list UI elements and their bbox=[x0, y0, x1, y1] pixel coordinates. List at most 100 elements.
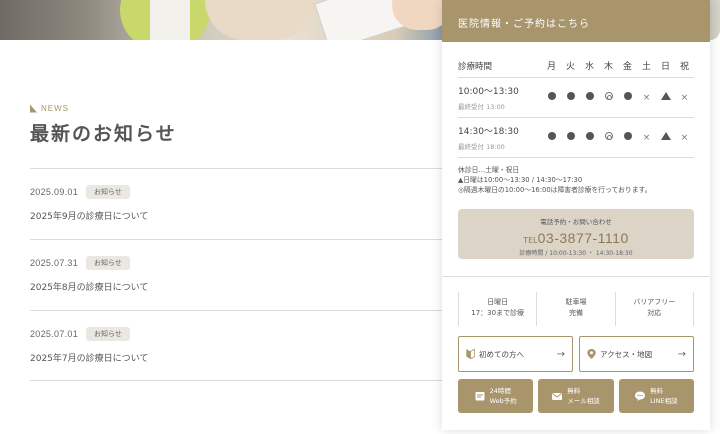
schedule-cell bbox=[656, 92, 675, 103]
open-mark-icon bbox=[566, 132, 575, 140]
day-holiday: 祝 bbox=[679, 62, 689, 72]
web-reservation-button[interactable]: 24時間 Web予約 bbox=[458, 379, 534, 413]
news-category-badge: お知らせ bbox=[86, 327, 130, 341]
schedule-cell bbox=[542, 132, 561, 143]
schedule-cell bbox=[618, 92, 637, 103]
note-closed-days: 休診日…土曜・祝日 bbox=[458, 166, 520, 174]
closed-mark-icon: × bbox=[680, 92, 689, 103]
access-map-label: アクセス・地図 bbox=[600, 349, 653, 359]
partial-mark-icon bbox=[660, 92, 671, 100]
news-link[interactable]: 2025年8月の診療日について bbox=[30, 280, 148, 293]
feature-title: 日曜日 bbox=[487, 298, 509, 306]
first-visit-label: 初めての方へ bbox=[479, 349, 524, 359]
day-thu: 木 bbox=[603, 62, 613, 72]
action-line2: LINE相談 bbox=[650, 397, 678, 405]
open-mark-icon bbox=[547, 132, 556, 140]
open-mark-icon bbox=[585, 92, 594, 100]
day-fri: 金 bbox=[622, 62, 632, 72]
news-item[interactable]: 2025.07.31 お知らせ 2025年8月の診療日について bbox=[30, 239, 450, 310]
open-mark-icon bbox=[547, 92, 556, 100]
news-category-badge: お知らせ bbox=[86, 185, 130, 199]
tel-prefix: TEL bbox=[523, 236, 538, 245]
day-sat: 土 bbox=[641, 62, 651, 72]
day-sun: 日 bbox=[660, 62, 670, 72]
news-list: 2025.09.01 お知らせ 2025年9月の診療日について 2025.07.… bbox=[30, 168, 450, 381]
closed-mark-icon: × bbox=[642, 92, 651, 103]
news-date: 2025.09.01 bbox=[30, 187, 79, 197]
closed-mark-icon: × bbox=[680, 132, 689, 143]
last-reception: 最終受付 13:00 bbox=[458, 103, 505, 111]
panel-header: 医院情報・ご予約はこちら bbox=[442, 0, 710, 42]
special-mark-icon bbox=[604, 132, 613, 140]
news-date: 2025.07.31 bbox=[30, 258, 79, 268]
calendar-icon bbox=[475, 392, 485, 401]
line-consult-button[interactable]: 無料 LINE相談 bbox=[618, 379, 694, 413]
schedule-cell: × bbox=[637, 133, 656, 143]
chat-icon bbox=[635, 391, 646, 401]
day-tue: 火 bbox=[565, 62, 575, 72]
schedule-cell bbox=[656, 132, 675, 143]
news-link[interactable]: 2025年9月の診療日について bbox=[30, 209, 148, 222]
news-eyebrow-label: NEWS bbox=[41, 104, 69, 113]
feature-parking: 駐車場 完備 bbox=[536, 292, 614, 326]
action-line1: 24時間 bbox=[489, 387, 511, 395]
schedule-cell bbox=[542, 92, 561, 103]
action-line1: 無料 bbox=[650, 387, 664, 395]
day-mon: 月 bbox=[546, 62, 556, 72]
schedule-table: 診療時間 月 火 水 木 金 土 日 祝 10:00〜13:30 最終受付 13… bbox=[458, 54, 694, 158]
schedule-row-afternoon: 14:30〜18:30 最終受付 18:00 × × bbox=[458, 118, 694, 158]
action-line2: Web予約 bbox=[489, 397, 517, 405]
schedule-cell bbox=[580, 132, 599, 143]
phone-label: 電話予約・お問い合わせ bbox=[540, 218, 612, 226]
open-mark-icon bbox=[623, 132, 632, 140]
panel-divider bbox=[442, 276, 710, 277]
open-mark-icon bbox=[566, 92, 575, 100]
news-item[interactable]: 2025.07.01 お知らせ 2025年7月の診療日について bbox=[30, 310, 450, 381]
schedule-cell: × bbox=[675, 93, 694, 103]
action-line2: メール相談 bbox=[567, 397, 600, 405]
access-map-button[interactable]: アクセス・地図 → bbox=[579, 336, 694, 372]
arrow-right-icon: → bbox=[556, 348, 565, 360]
mail-icon bbox=[552, 393, 563, 400]
schedule-cell bbox=[618, 132, 637, 143]
map-pin-icon bbox=[587, 349, 596, 359]
open-mark-icon bbox=[623, 92, 632, 100]
news-item[interactable]: 2025.09.01 お知らせ 2025年9月の診療日について bbox=[30, 168, 450, 239]
mail-consult-button[interactable]: 無料 メール相談 bbox=[538, 379, 614, 413]
time-range: 14:30〜18:30 bbox=[458, 127, 519, 137]
first-visit-button[interactable]: 初めての方へ → bbox=[458, 336, 573, 372]
clinic-info-panel: 医院情報・ご予約はこちら 診療時間 月 火 水 木 金 土 日 祝 10:00〜… bbox=[442, 0, 710, 430]
beginner-mark-icon bbox=[466, 349, 475, 359]
news-date: 2025.07.01 bbox=[30, 329, 79, 339]
note-special-care: ◎隔週木曜日の10:00〜16:00は障害者診療を行っております。 bbox=[458, 186, 652, 194]
open-mark-icon bbox=[585, 132, 594, 140]
last-reception: 最終受付 18:00 bbox=[458, 143, 505, 151]
feature-title: バリアフリー bbox=[633, 298, 676, 306]
news-category-badge: お知らせ bbox=[86, 256, 130, 270]
phone-hours: 診療時間 / 10:00-13:30 ・ 14:30-18:30 bbox=[519, 250, 633, 257]
feature-barrier-free: バリアフリー 対応 bbox=[614, 292, 694, 326]
schedule-notes: 休診日…土曜・祝日 ▲日曜は10:00〜13:30 / 14:30〜17:30 … bbox=[458, 165, 698, 195]
nav-buttons: 初めての方へ → アクセス・地図 → bbox=[458, 336, 694, 372]
feature-detail: 対応 bbox=[647, 309, 662, 317]
phone-contact-box[interactable]: 電話予約・お問い合わせ TEL03-3877-1110 診療時間 / 10:00… bbox=[458, 209, 694, 259]
schedule-label: 診療時間 bbox=[458, 61, 493, 72]
schedule-header-row: 診療時間 月 火 水 木 金 土 日 祝 bbox=[458, 54, 694, 78]
note-sunday-hours: ▲日曜は10:00〜13:30 / 14:30〜17:30 bbox=[458, 176, 583, 184]
special-mark-icon bbox=[604, 92, 613, 100]
tel-number: 03-3877-1110 bbox=[537, 230, 629, 246]
feature-sunday: 日曜日 17：30まで診療 bbox=[458, 292, 536, 326]
feature-list: 日曜日 17：30まで診療 駐車場 完備 バリアフリー 対応 bbox=[458, 292, 694, 326]
news-title: 最新のお知らせ bbox=[30, 123, 177, 145]
schedule-row-morning: 10:00〜13:30 最終受付 13:00 × × bbox=[458, 78, 694, 118]
action-buttons: 24時間 Web予約 無料 メール相談 無料 LINE相談 bbox=[458, 379, 694, 413]
closed-mark-icon: × bbox=[642, 132, 651, 143]
day-wed: 水 bbox=[584, 62, 594, 72]
phone-number[interactable]: TEL03-3877-1110 bbox=[458, 228, 694, 247]
feature-detail: 完備 bbox=[568, 309, 583, 317]
schedule-cell bbox=[561, 132, 580, 143]
feature-title: 駐車場 bbox=[565, 298, 587, 306]
news-link[interactable]: 2025年7月の診療日について bbox=[30, 351, 148, 364]
schedule-cell: × bbox=[675, 133, 694, 143]
news-eyebrow: NEWS bbox=[30, 104, 69, 113]
